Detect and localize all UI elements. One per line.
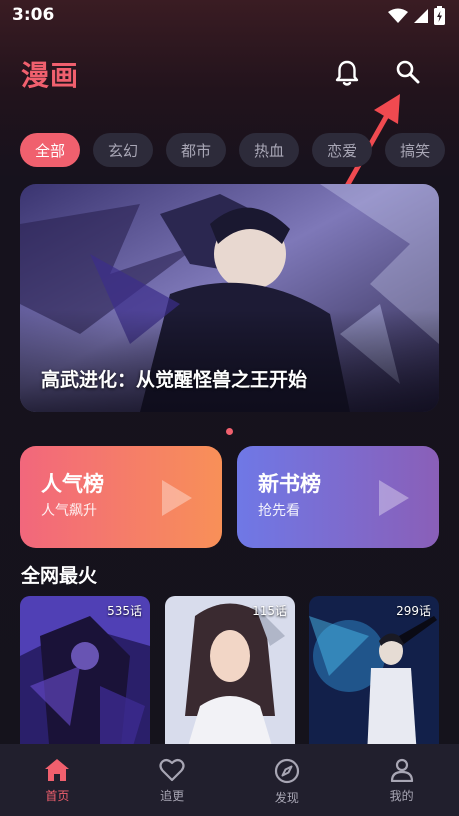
nav-item-home[interactable]: 首页 (0, 744, 115, 816)
category-tab-romance[interactable]: 恋爱 (312, 133, 373, 167)
play-icon (162, 480, 192, 516)
bottom-navigation: 首页 追更 发现 我的 (0, 744, 459, 816)
comic-card[interactable]: 115话 (165, 596, 295, 756)
pagination-dot-active (226, 428, 233, 435)
category-tabs: 全部 玄幻 都市 热血 恋爱 搞笑 (20, 133, 459, 169)
play-icon (379, 480, 409, 516)
home-icon (45, 759, 70, 781)
featured-banner[interactable]: 高武进化：从觉醒怪兽之王开始 (20, 184, 439, 412)
new-books-ranking-subtitle: 抢先看 (258, 503, 300, 519)
popular-ranking-subtitle: 人气飙升 (41, 503, 97, 519)
nav-item-discover[interactable]: 发现 (230, 744, 345, 816)
category-tab-urban[interactable]: 都市 (166, 133, 227, 167)
signal-icon (414, 8, 428, 23)
category-tab-comedy[interactable]: 搞笑 (385, 133, 446, 167)
popular-ranking-title: 人气榜 (41, 472, 104, 496)
episode-count: 299话 (396, 604, 431, 618)
nav-label-follow: 追更 (160, 789, 185, 803)
compass-icon (274, 758, 299, 784)
popular-ranking-card[interactable]: 人气榜 人气飙升 (20, 446, 222, 548)
new-books-ranking-card[interactable]: 新书榜 抢先看 (237, 446, 439, 548)
banner-title: 高武进化：从觉醒怪兽之王开始 (41, 369, 308, 391)
nav-label-discover: 发现 (274, 791, 299, 805)
category-tab-action[interactable]: 热血 (239, 133, 300, 167)
comic-card[interactable]: 535话 (20, 596, 150, 756)
section-title: 全网最火 (21, 565, 98, 587)
status-icons (388, 6, 445, 25)
category-tab-all[interactable]: 全部 (20, 133, 81, 167)
battery-icon (434, 6, 445, 25)
nav-item-mine[interactable]: 我的 (344, 744, 459, 816)
banner-pagination (0, 428, 459, 435)
status-bar: 3:06 (0, 0, 459, 32)
search-icon[interactable] (394, 58, 422, 86)
app-title: 漫画 (21, 59, 80, 92)
user-icon (390, 758, 413, 782)
comic-cover (309, 596, 439, 756)
episode-count: 535话 (107, 604, 142, 618)
comic-cover (20, 596, 150, 756)
bell-icon[interactable] (333, 58, 361, 88)
nav-label-home: 首页 (45, 789, 70, 803)
nav-label-mine: 我的 (389, 789, 414, 803)
heart-icon (159, 758, 185, 782)
comic-cover (165, 596, 295, 756)
status-time: 3:06 (12, 5, 55, 25)
nav-item-follow[interactable]: 追更 (115, 744, 230, 816)
new-books-ranking-title: 新书榜 (258, 472, 321, 496)
episode-count: 115话 (252, 604, 287, 618)
category-tab-fantasy[interactable]: 玄幻 (93, 133, 154, 167)
wifi-icon (388, 8, 408, 23)
comic-card[interactable]: 299话 (309, 596, 439, 756)
